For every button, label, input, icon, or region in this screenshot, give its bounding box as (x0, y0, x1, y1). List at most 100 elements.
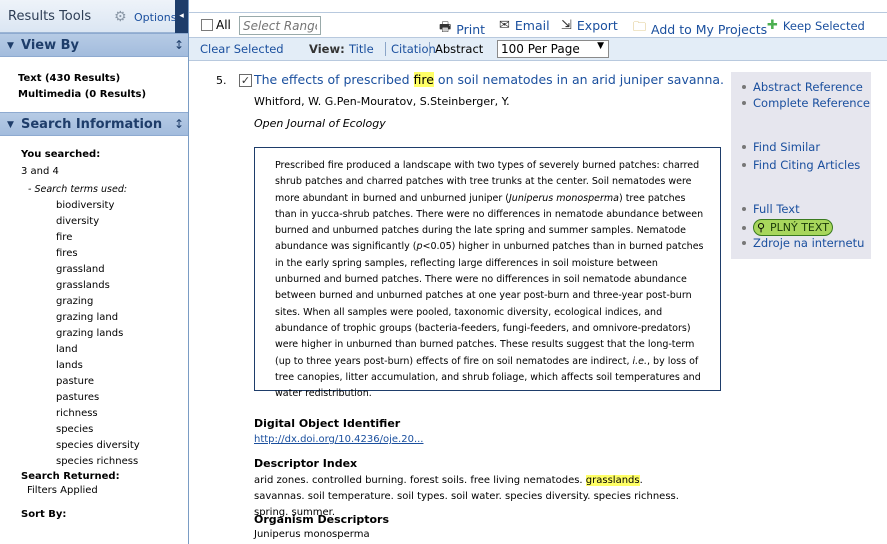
bullet-icon (742, 225, 746, 230)
title-part: The effects of prescribed (254, 72, 414, 87)
abstract-text: Prescribed fire produced a landscape wit… (275, 158, 705, 402)
plny-text-label: PLNÝ TEXT (770, 221, 829, 234)
collapse-triangle-icon: ▼ (7, 41, 14, 51)
descriptor-part: arid zones. controlled burning. forest s… (254, 475, 586, 486)
resize-arrows-icon[interactable]: ↕ (174, 38, 184, 52)
plny-text-button[interactable]: ⚲ PLNÝ TEXT (753, 219, 833, 236)
descriptor-index-label: Descriptor Index (254, 457, 358, 470)
view-title-link[interactable]: Title (349, 42, 374, 56)
search-information-heading: Search Information (21, 117, 163, 132)
abstract-reference-link[interactable]: Abstract Reference (742, 80, 863, 94)
abstract-box: Prescribed fire produced a landscape wit… (254, 147, 721, 399)
search-term: richness (56, 408, 98, 419)
link-label: Full Text (753, 202, 800, 216)
export-icon: ⇲ (561, 18, 572, 33)
gear-icon: ⚙ (114, 9, 127, 25)
filters-applied: Filters Applied (27, 485, 98, 496)
bullet-icon (742, 163, 746, 167)
search-term: diversity (56, 216, 100, 227)
view-by-text-item[interactable]: Text (430 Results) (18, 71, 188, 87)
result-authors: Whitford, W. G.Pen-Mouratov, S.Steinberg… (254, 95, 510, 108)
complete-reference-link[interactable]: Complete Reference (742, 96, 870, 110)
bullet-icon (742, 207, 746, 211)
view-label: View: (309, 42, 345, 56)
keep-selected-label: Keep Selected (782, 18, 865, 33)
link-label: Zdroje na internetu (753, 236, 865, 250)
email-icon: ✉ (499, 18, 510, 33)
title-highlight: fire (413, 72, 434, 87)
you-searched-label: You searched: (21, 149, 101, 160)
sort-by-label: Sort By: (21, 509, 67, 520)
organism-descriptors-label: Organism Descriptors (254, 513, 390, 526)
result-links-panel: Abstract Reference Complete Reference Fi… (731, 72, 871, 259)
export-label: Export (576, 18, 618, 33)
search-term: grazing land (56, 312, 119, 323)
full-text-link[interactable]: Full Text (742, 202, 800, 216)
select-range-input[interactable] (239, 16, 321, 35)
search-term: grasslands (56, 280, 110, 291)
result-item: 5. ✓ The effects of prescribed fire on s… (189, 61, 887, 544)
export-button[interactable]: ⇲ Export (561, 18, 618, 33)
search-term: grazing (56, 296, 94, 307)
search-information-header[interactable]: ▼ Search Information ↕ (0, 112, 188, 136)
resize-arrows-icon[interactable]: ↕ (174, 117, 184, 131)
bullet-icon (742, 101, 746, 105)
search-term: grazing lands (56, 328, 124, 339)
abstract-part: <0.05) higher in unburned patches than i… (275, 241, 704, 367)
view-by-heading: View By (21, 38, 80, 53)
find-citing-articles-link[interactable]: Find Citing Articles (742, 158, 860, 172)
organism-descriptors-text: Juniperus monosperma (254, 529, 370, 540)
view-by-header[interactable]: ▼ View By ↕ (0, 33, 188, 57)
result-number: 5. (216, 74, 227, 87)
keep-icon: ✚ (767, 18, 778, 33)
view-toolbar: Clear Selected View: Title Citation Abst… (189, 38, 887, 61)
search-terms-label: - Search terms used: (28, 184, 128, 195)
link-label: Find Citing Articles (753, 158, 861, 172)
view-by-list: Text (430 Results) Multimedia (0 Results… (0, 57, 188, 112)
result-title-link[interactable]: The effects of prescribed fire on soil n… (254, 72, 724, 87)
find-similar-link[interactable]: Find Similar (742, 140, 820, 154)
print-button[interactable]: 🖶 Print (439, 18, 485, 40)
select-all-checkbox[interactable] (201, 19, 213, 31)
search-term: species diversity (56, 440, 140, 451)
search-term: species (56, 424, 94, 435)
email-button[interactable]: ✉ Email (499, 18, 550, 33)
search-term: species richness (56, 456, 139, 467)
bullet-icon (742, 241, 746, 245)
search-term: pastures (56, 392, 100, 403)
descriptor-highlight: grasslands (585, 475, 640, 486)
plny-text-row: ⚲ PLNÝ TEXT (742, 219, 833, 236)
search-term: land (56, 344, 78, 355)
collapse-sidebar-button[interactable]: ◂ (175, 0, 188, 33)
result-checkbox[interactable]: ✓ (239, 74, 252, 87)
clear-selected-link[interactable]: Clear Selected (200, 42, 284, 56)
per-page-select[interactable]: 100 Per Page ▼ (497, 40, 609, 58)
bullet-icon (742, 85, 746, 89)
add-to-projects-button[interactable]: 🗀 Add to My Projects (633, 18, 767, 40)
title-part: on soil nematodes in an arid juniper sav… (433, 72, 724, 87)
search-term: grassland (56, 264, 105, 275)
search-term: pasture (56, 376, 94, 387)
per-page-value: 100 Per Page (501, 42, 580, 56)
link-label: Complete Reference (753, 96, 870, 110)
keep-selected-button[interactable]: ✚ Keep Selected (767, 18, 865, 33)
link-label: Abstract Reference (753, 80, 863, 94)
options-link[interactable]: ⚙ Options (114, 10, 176, 24)
results-toolbar: All 🖶 Print ✉ Email ⇲ Export 🗀 Add to My… (189, 12, 887, 38)
results-tools-header: Results Tools ⚙ Options ◂ (0, 0, 188, 33)
results-tools-sidebar: Results Tools ⚙ Options ◂ ▼ View By ↕ Te… (0, 0, 189, 544)
search-terms-list: biodiversity diversity fire fires grassl… (56, 198, 188, 470)
result-journal: Open Journal of Ecology (254, 117, 386, 130)
view-by-multimedia-item[interactable]: Multimedia (0 Results) (18, 87, 188, 103)
folder-add-icon: 🗀 (633, 20, 647, 35)
search-term: biodiversity (56, 200, 115, 211)
abstract-species: Juniperus monosperma (509, 192, 619, 204)
doi-link[interactable]: http://dx.doi.org/10.4236/oje.20... (254, 434, 423, 445)
options-label: Options (134, 10, 177, 24)
email-label: Email (514, 18, 550, 33)
collapse-triangle-icon: ▼ (7, 120, 14, 130)
abstract-ie: i.e. (632, 355, 648, 367)
view-abstract-current: Abstract (429, 42, 483, 56)
zdroje-na-internetu-link[interactable]: Zdroje na internetu (742, 236, 864, 250)
search-term: fire (56, 232, 73, 243)
